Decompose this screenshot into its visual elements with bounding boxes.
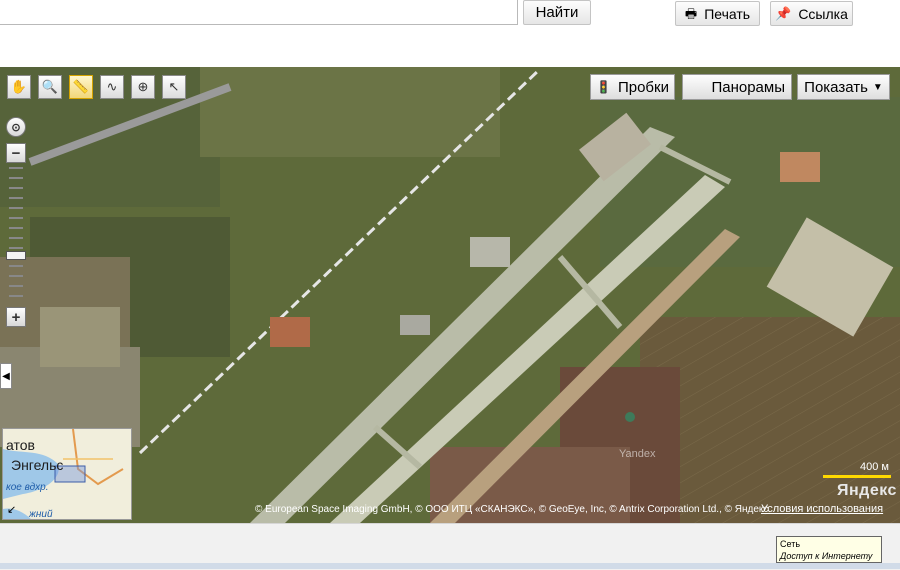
route-icon: ∿ [106, 79, 118, 94]
hand-tool[interactable]: ✋ [7, 75, 31, 99]
minimap-water: кое вдхр. [6, 482, 49, 493]
panorama-button[interactable]: Панорамы [682, 74, 792, 100]
link-label: Ссылка [798, 5, 848, 22]
find-button[interactable]: Найти [523, 0, 591, 25]
cursor-icon: ↖ [168, 79, 180, 94]
hand-icon: ✋ [10, 79, 28, 94]
network-tooltip: Сеть Доступ к Интернету [776, 536, 882, 563]
imagery-watermark: Yandex [619, 448, 656, 460]
link-button[interactable]: 📌 Ссылка [770, 1, 853, 26]
marker-tool[interactable]: ⊕ [131, 75, 155, 99]
minimap-city: Энгельс [11, 457, 64, 473]
magnifier-tool[interactable]: 🔍 [38, 75, 62, 99]
zoom-control: ⊙ − + [6, 117, 26, 327]
zoom-in-button[interactable]: + [6, 307, 26, 327]
ruler-icon: 📏 [72, 79, 90, 94]
satellite-imagery [0, 67, 900, 523]
route-tool[interactable]: ∿ [100, 75, 124, 99]
zoom-handle[interactable] [6, 251, 26, 260]
chevron-down-icon: ▼ [872, 81, 883, 93]
yandex-logo: Яндекс [837, 482, 897, 499]
show-layers-dropdown[interactable]: Показать ▼ [797, 74, 890, 100]
minimap-bottom: жний [29, 509, 53, 520]
scale-label: 400 м [860, 461, 889, 473]
copyright-text: © European Space Imaging GmbH, © ООО ИТЦ… [255, 504, 769, 515]
select-tool[interactable]: ↖ [162, 75, 186, 99]
map-canvas[interactable]: ✋ 🔍 📏 ∿ ⊕ ↖ ⊙ − + 🚦 Пробки Панорамы Пока… [0, 67, 900, 523]
magnifier-icon: 🔍 [41, 79, 59, 94]
show-label: Показать [804, 78, 868, 96]
locate-button[interactable]: ⊙ [6, 117, 26, 137]
overview-minimap[interactable]: атов Энгельс кое вдхр. жний ↙ [2, 428, 132, 520]
chevron-left-icon: ◀ [2, 370, 10, 382]
traffic-label: Пробки [617, 78, 669, 96]
search-input[interactable] [0, 0, 518, 25]
plus-icon: + [11, 308, 21, 326]
tooltip-title: Сеть [780, 539, 801, 549]
top-bar: Найти 🖶 Печать 📌 Ссылка [0, 0, 900, 67]
pin-icon: 📌 [775, 6, 792, 21]
print-button[interactable]: 🖶 Печать [675, 1, 760, 26]
zoom-out-button[interactable]: − [6, 143, 26, 163]
print-label: Печать [704, 5, 751, 22]
taskbar [0, 563, 900, 569]
traffic-light-icon: 🚦 [596, 80, 611, 94]
minus-icon: − [11, 144, 21, 162]
tooltip-text: Доступ к Интернету [780, 551, 873, 561]
collapse-panel-button[interactable]: ◀ [0, 363, 12, 389]
scale-bar [823, 475, 891, 478]
expand-icon[interactable]: ↙ [7, 503, 16, 516]
panorama-label: Панорамы [711, 78, 785, 96]
target-icon: ⊙ [11, 121, 21, 134]
ruler-tool[interactable]: 📏 [69, 75, 93, 99]
minimap-city-top: атов [6, 437, 35, 453]
printer-icon: 🖶 [684, 6, 698, 21]
zoom-slider[interactable] [6, 165, 26, 305]
traffic-button[interactable]: 🚦 Пробки [590, 74, 675, 100]
marker-icon: ⊕ [137, 79, 149, 94]
terms-link[interactable]: Условия использования [761, 503, 883, 515]
